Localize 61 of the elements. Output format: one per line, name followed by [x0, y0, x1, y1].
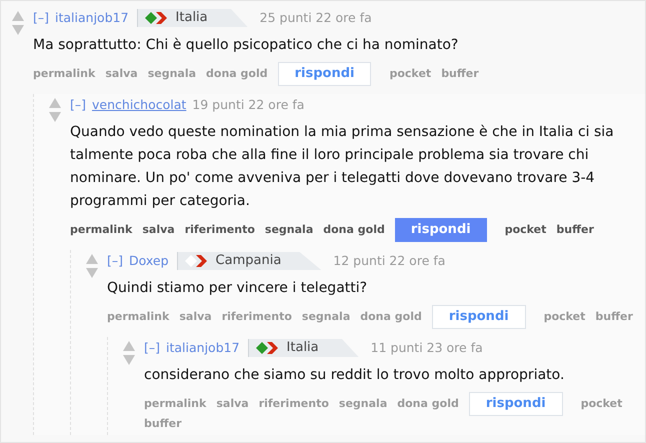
- action-link[interactable]: salva: [142, 222, 175, 238]
- comment-meta: 25 punti 22 ore fa: [260, 8, 372, 27]
- action-link[interactable]: dona gold: [206, 66, 268, 82]
- action-link[interactable]: pocket: [544, 308, 586, 326]
- action-link[interactable]: pocket: [504, 222, 546, 238]
- action-link[interactable]: riferimento: [258, 396, 329, 412]
- action-link[interactable]: permalink: [70, 222, 132, 238]
- action-link[interactable]: buffer: [556, 222, 594, 238]
- action-link[interactable]: pocket: [580, 396, 622, 412]
- action-link[interactable]: segnala: [338, 396, 388, 412]
- action-link[interactable]: riferimento: [184, 222, 255, 238]
- comment-text: considerano che siamo su reddit lo trovo molto appropriato.: [144, 366, 566, 385]
- action-link[interactable]: segnala: [148, 66, 196, 82]
- upvote-arrow-icon[interactable]: [123, 341, 135, 351]
- downvote-arrow-icon[interactable]: [49, 112, 61, 122]
- downvote-arrow-icon[interactable]: [86, 268, 98, 278]
- flair-label: Italia: [286, 339, 319, 358]
- flag-icon: [254, 341, 279, 355]
- flag-icon: [184, 254, 208, 268]
- downvote-arrow-icon[interactable]: [12, 25, 24, 35]
- upvote-arrow-icon[interactable]: [12, 11, 24, 21]
- action-link[interactable]: salva: [179, 308, 212, 326]
- action-link[interactable]: salva: [216, 396, 249, 412]
- author-link[interactable]: venchichocolat: [92, 96, 186, 114]
- action-link[interactable]: segnala: [264, 222, 314, 238]
- action-link[interactable]: dona gold: [323, 222, 385, 238]
- flag-icon: [144, 11, 168, 25]
- comment-text: Quindi stiamo per vincere i telegatti?: [107, 279, 368, 298]
- reply-button[interactable]: rispondi: [468, 392, 563, 416]
- flair-label: Italia: [176, 9, 208, 28]
- comment-meta: 12 punti 22 ore fa: [333, 252, 446, 270]
- author-link[interactable]: italianjob17: [55, 8, 129, 28]
- author-link[interactable]: italianjob17: [166, 338, 240, 358]
- collapse-toggle[interactable]: [–]: [144, 338, 160, 358]
- flair-label: Campania: [216, 252, 282, 270]
- action-link[interactable]: permalink: [33, 66, 96, 82]
- action-link[interactable]: pocket: [389, 66, 432, 82]
- comment-meta: 11 punti 23 ore fa: [370, 338, 483, 357]
- action-link[interactable]: buffer: [595, 308, 633, 326]
- upvote-arrow-icon[interactable]: [86, 254, 98, 264]
- action-link[interactable]: buffer: [144, 416, 182, 432]
- comment-text: Ma soprattutto: Chi è quello psicopatico che ci ha nominato?: [33, 36, 460, 55]
- comment-meta: 19 punti 22 ore fa: [192, 96, 304, 114]
- author-link[interactable]: Doxep: [129, 252, 169, 270]
- downvote-arrow-icon[interactable]: [123, 355, 135, 365]
- reply-button[interactable]: rispondi: [278, 62, 372, 86]
- collapse-toggle[interactable]: [–]: [33, 8, 50, 28]
- upvote-arrow-icon[interactable]: [49, 98, 61, 108]
- action-link[interactable]: riferimento: [222, 308, 292, 326]
- action-link[interactable]: permalink: [107, 308, 170, 326]
- action-link[interactable]: permalink: [144, 396, 206, 412]
- action-link[interactable]: buffer: [441, 66, 479, 82]
- reply-button[interactable]: rispondi: [394, 218, 487, 242]
- comment-text: Quando vedo queste nomination la mia prima sensazione è che in Italia ci sia talmente poca roba che alla fine il loro principale problema sia trovare chi nominare. Un po' come avveniva per i telegatti dove dovevano trovare 3-4 programmi per categoria.: [70, 123, 615, 211]
- action-link[interactable]: salva: [105, 66, 138, 82]
- collapse-toggle[interactable]: [–]: [107, 252, 124, 270]
- action-link[interactable]: dona gold: [360, 308, 422, 326]
- reply-button[interactable]: rispondi: [432, 305, 526, 329]
- action-link[interactable]: dona gold: [397, 396, 459, 412]
- collapse-toggle[interactable]: [–]: [70, 96, 86, 114]
- action-link[interactable]: segnala: [302, 308, 350, 326]
